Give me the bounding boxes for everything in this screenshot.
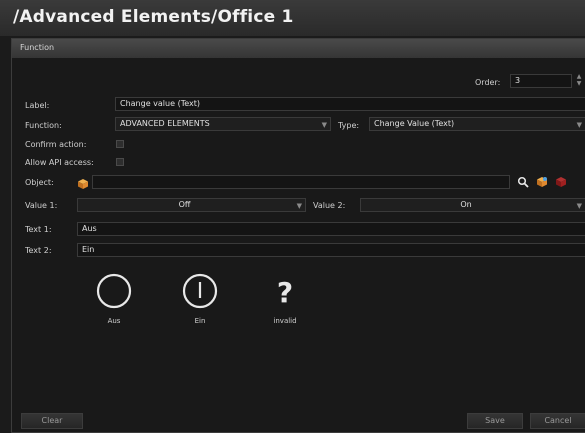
title-bar: /Advanced Elements/Office 1 — [0, 0, 585, 36]
circle-on-icon — [182, 273, 218, 309]
function-panel: Function Order: 3 ▲ ▼ Label: Change valu… — [11, 38, 585, 433]
type-label: Type: — [338, 121, 360, 130]
spin-up-icon[interactable]: ▲ — [575, 73, 583, 80]
state-preview-on: Ein — [175, 272, 225, 325]
order-spinner[interactable]: ▲ ▼ — [575, 73, 583, 89]
label-label: Label: — [25, 101, 50, 110]
clear-button[interactable]: Clear — [21, 413, 83, 429]
label-input[interactable]: Change value (Text) — [115, 97, 585, 111]
text2-label: Text 2: — [25, 246, 52, 255]
order-input[interactable]: 3 — [510, 74, 572, 88]
chevron-down-icon: ▼ — [576, 202, 582, 210]
object-cube-icon — [78, 179, 88, 189]
value2-select[interactable]: On ▼ — [360, 198, 585, 212]
panel-header-label: Function — [20, 43, 55, 52]
state-preview-off: Aus — [89, 272, 139, 325]
value2-label: Value 2: — [313, 201, 346, 210]
chevron-down-icon: ▼ — [296, 202, 302, 210]
confirm-action-checkbox[interactable] — [116, 140, 124, 148]
chevron-down-icon: ▼ — [576, 121, 582, 129]
state-caption-off: Aus — [107, 317, 121, 325]
function-label: Function: — [25, 121, 62, 130]
text2-input[interactable]: Ein — [77, 243, 585, 257]
remove-object-icon[interactable] — [555, 176, 567, 188]
api-access-label: Allow API access: — [25, 158, 94, 167]
order-label: Order: — [475, 78, 501, 87]
spin-down-icon[interactable]: ▼ — [575, 80, 583, 87]
circle-off-icon — [96, 273, 132, 309]
value2-select-value: On — [460, 200, 472, 209]
state-caption-on: Ein — [194, 317, 206, 325]
object-picker-icon[interactable] — [536, 176, 548, 188]
save-button[interactable]: Save — [467, 413, 523, 429]
chevron-down-icon: ▼ — [321, 121, 327, 129]
object-input[interactable] — [92, 175, 510, 189]
search-icon[interactable] — [517, 176, 529, 188]
cancel-button[interactable]: Cancel — [530, 413, 585, 429]
question-mark-icon: ? — [277, 276, 293, 309]
state-preview-invalid: ? invalid — [260, 272, 310, 325]
api-access-checkbox[interactable] — [116, 158, 124, 166]
value1-select[interactable]: Off ▼ — [77, 198, 306, 212]
panel-header: Function — [12, 39, 585, 58]
state-caption-invalid: invalid — [273, 317, 297, 325]
confirm-action-label: Confirm action: — [25, 140, 87, 149]
type-select[interactable]: Change Value (Text) ▼ — [369, 117, 585, 131]
value1-label: Value 1: — [25, 201, 58, 210]
svg-text:?: ? — [277, 276, 293, 309]
value1-select-value: Off — [178, 200, 191, 209]
text1-input[interactable]: Aus — [77, 222, 585, 236]
function-select-value: ADVANCED ELEMENTS — [120, 119, 210, 128]
window-title: /Advanced Elements/Office 1 — [13, 7, 294, 27]
function-select[interactable]: ADVANCED ELEMENTS ▼ — [115, 117, 331, 131]
text1-label: Text 1: — [25, 225, 52, 234]
object-label: Object: — [25, 178, 54, 187]
type-select-value: Change Value (Text) — [374, 119, 455, 128]
